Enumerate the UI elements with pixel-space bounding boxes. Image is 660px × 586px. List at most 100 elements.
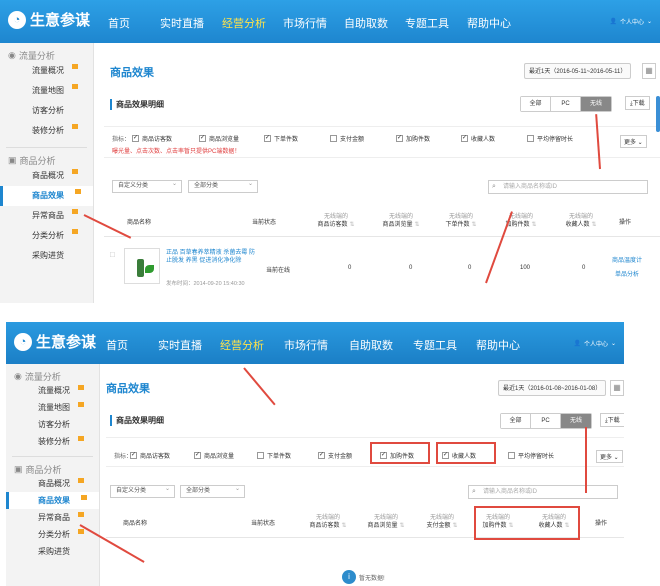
- row-checkbox-icon[interactable]: □: [110, 250, 115, 259]
- nav-operations[interactable]: 经营分析: [220, 337, 264, 353]
- user-center[interactable]: 👤 个人中心 ⌄: [609, 17, 652, 26]
- th-col2[interactable]: 无线端的 商品浏览量 ⇅: [356, 514, 416, 530]
- checkbox[interactable]: ✓: [199, 135, 206, 142]
- table-header: 商品名称 当前状态 无线端的 商品访客数 ⇅ 无线端的 商品浏览量 ⇅ 无线端的 下单件数…: [104, 209, 660, 237]
- sidebar-item-label: 商品效果: [38, 496, 70, 505]
- nav-home[interactable]: 首页: [106, 337, 128, 353]
- checkbox[interactable]: ✓: [130, 452, 137, 459]
- metric-visitors[interactable]: ✓ 商品访客数: [132, 134, 172, 143]
- sidebar-item-visitor-analysis[interactable]: 访客分析: [6, 416, 99, 433]
- checkbox[interactable]: ✓: [132, 135, 139, 142]
- metric-payment[interactable]: 支付金额: [330, 134, 364, 143]
- nav-live[interactable]: 实时直播: [158, 337, 202, 353]
- th-col3[interactable]: 无线端的 支付金额 ⇅: [412, 514, 472, 530]
- more-button[interactable]: 更多 ⌄: [620, 135, 647, 148]
- app-logo[interactable]: ◔ 生意参谋: [8, 9, 90, 30]
- checkbox[interactable]: ✓: [461, 135, 468, 142]
- checkbox[interactable]: ✓: [194, 452, 201, 459]
- tab-wireless[interactable]: 无线: [581, 97, 611, 111]
- nav-help[interactable]: 帮助中心: [476, 337, 520, 353]
- nav-self-fetch[interactable]: 自助取数: [344, 15, 388, 31]
- tab-all[interactable]: 全部: [521, 97, 551, 111]
- nav-live[interactable]: 实时直播: [160, 15, 204, 31]
- metric-avg-stay[interactable]: 平均停留时长: [527, 134, 573, 143]
- nav-operations[interactable]: 经营分析: [222, 15, 266, 31]
- app-logo[interactable]: ◔ 生意参谋: [14, 331, 96, 352]
- nav-tools[interactable]: 专题工具: [413, 337, 457, 353]
- sidebar-item-traffic-map[interactable]: 流量地图: [6, 399, 99, 416]
- th-col5[interactable]: 无线端的 收藏人数 ⇅: [547, 213, 615, 229]
- single-product-analysis-link[interactable]: 单品分析: [615, 269, 639, 278]
- metric-order-items[interactable]: 下单件数: [257, 451, 291, 460]
- metric-cart-items[interactable]: ✓ 加购件数: [396, 134, 430, 143]
- sidebar-group-traffic[interactable]: ◉ 流量分析: [0, 43, 93, 61]
- th-col3[interactable]: 无线端的 下单件数 ⇅: [427, 213, 495, 229]
- sidebar-item-purchasing[interactable]: 采购进货: [0, 246, 93, 266]
- sidebar-item-traffic-map[interactable]: 流量地图: [0, 81, 93, 101]
- metric-payment[interactable]: ✓ 支付金额: [318, 451, 352, 460]
- product-thermometer-link[interactable]: 商品温度计: [612, 255, 642, 264]
- sidebar-item-product-effect[interactable]: 商品效果: [0, 186, 93, 206]
- date-range-picker[interactable]: 最近1天（2016-05-11~2016-05-11）: [524, 63, 632, 79]
- metric-pageviews[interactable]: ✓ 商品浏览量: [194, 451, 234, 460]
- nav-tools[interactable]: 专题工具: [405, 15, 449, 31]
- scrollbar[interactable]: [656, 96, 660, 132]
- nav-help[interactable]: 帮助中心: [467, 15, 511, 31]
- metric-favorites[interactable]: ✓ 收藏人数: [461, 134, 495, 143]
- calendar-icon[interactable]: ▦: [642, 63, 656, 79]
- custom-category-select[interactable]: 自定义分类: [112, 179, 182, 193]
- tab-pc[interactable]: PC: [531, 414, 561, 428]
- sidebar-item-decoration-analysis[interactable]: 装修分析: [6, 433, 99, 450]
- search-input[interactable]: ⌕ 请输入商品名称或ID: [468, 485, 618, 499]
- th-col1[interactable]: 无线端的 商品访客数 ⇅: [298, 514, 358, 530]
- metric-pageviews[interactable]: ✓ 商品浏览量: [199, 134, 239, 143]
- sidebar-item-traffic-overview[interactable]: 流量概况: [0, 61, 93, 81]
- nav-home[interactable]: 首页: [108, 15, 130, 31]
- all-category-select[interactable]: 全部分类: [188, 179, 258, 193]
- sidebar-item-purchasing[interactable]: 采购进货: [6, 543, 99, 560]
- checkbox[interactable]: ✓: [264, 135, 271, 142]
- metric-visitors[interactable]: ✓ 商品访客数: [130, 451, 170, 460]
- sidebar-item-abnormal-products[interactable]: 异常商品: [0, 206, 93, 226]
- sidebar-item-product-effect[interactable]: 商品效果: [6, 492, 99, 509]
- nav-market[interactable]: 市场行情: [283, 15, 327, 31]
- sidebar-group-product[interactable]: ▣ 商品分析: [6, 457, 99, 475]
- sidebar-item-abnormal-products[interactable]: 异常商品: [6, 509, 99, 526]
- th-col4[interactable]: 无线端的 加购件数 ⇅: [487, 213, 555, 229]
- sidebar-item-decoration-analysis[interactable]: 装修分析: [0, 121, 93, 141]
- th-col2[interactable]: 无线端的 商品浏览量 ⇅: [367, 213, 435, 229]
- tab-pc[interactable]: PC: [551, 97, 581, 111]
- th-col1[interactable]: 无线端的 商品访客数 ⇅: [302, 213, 370, 229]
- download-button[interactable]: ⤓下载: [625, 96, 650, 110]
- sidebar-item-category-analysis[interactable]: 分类分析: [0, 226, 93, 246]
- sidebar-item-traffic-overview[interactable]: 流量概况: [6, 382, 99, 399]
- checkbox[interactable]: [527, 135, 534, 142]
- tab-wireless[interactable]: 无线: [561, 414, 591, 428]
- checkbox[interactable]: ✓: [396, 135, 403, 142]
- tab-all[interactable]: 全部: [501, 414, 531, 428]
- checkbox[interactable]: ✓: [318, 452, 325, 459]
- metric-order-items[interactable]: ✓ 下单件数: [264, 134, 298, 143]
- sidebar-group-product[interactable]: ▣ 商品分析: [0, 148, 93, 166]
- product-thumbnail[interactable]: [124, 248, 160, 284]
- sidebar-item-visitor-analysis[interactable]: 访客分析: [0, 101, 93, 121]
- all-category-select[interactable]: 全部分类: [180, 484, 245, 498]
- checkbox[interactable]: [257, 452, 264, 459]
- nav-market[interactable]: 市场行情: [284, 337, 328, 353]
- search-input[interactable]: ⌕ 请输入商品名称或ID: [488, 180, 648, 194]
- user-center[interactable]: 👤 个人中心 ⌄: [573, 339, 616, 348]
- nav-self-fetch[interactable]: 自助取数: [349, 337, 393, 353]
- custom-category-select[interactable]: 自定义分类: [110, 484, 175, 498]
- metric-avg-stay[interactable]: 平均停留时长: [508, 451, 554, 460]
- sidebar-item-product-overview[interactable]: 商品概况: [6, 475, 99, 492]
- more-button[interactable]: 更多 ⌄: [596, 450, 623, 463]
- checkbox[interactable]: [330, 135, 337, 142]
- checkbox[interactable]: [508, 452, 515, 459]
- product-name-link[interactable]: 正品 百草春养萃精液 杀菌去霉 防止脱发 养黑 促进消化净化除: [166, 249, 258, 265]
- download-button[interactable]: ⤓下载: [600, 413, 624, 427]
- date-range-picker[interactable]: 最近1天（2016-01-08~2016-01-08）: [498, 380, 607, 396]
- sidebar-group-traffic[interactable]: ◉ 流量分析: [6, 364, 99, 382]
- calendar-icon[interactable]: ▦: [610, 380, 624, 396]
- sidebar-item-product-overview[interactable]: 商品概况: [0, 166, 93, 186]
- row-value-visitors: 0: [348, 265, 352, 271]
